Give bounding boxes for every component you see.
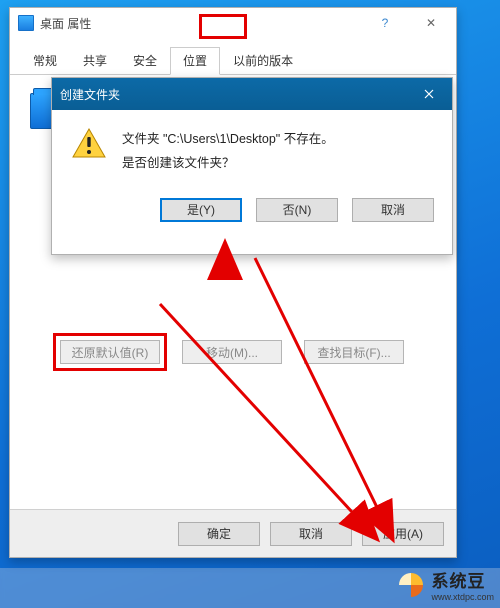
dialog-message: 文件夹 "C:\Users\1\Desktop" 不存在。 是否创建该文件夹？ [122,128,334,176]
tab-bar: 常规 共享 安全 位置 以前的版本 [10,38,456,75]
titlebar[interactable]: 桌面 属性 ? ✕ [10,8,456,38]
dialog-message-line2: 是否创建该文件夹？ [122,152,334,176]
find-target-button[interactable]: 查找目标(F)... [304,340,404,364]
create-folder-dialog: 创建文件夹 文件夹 "C:\Users\1\Desktop" 不存在。 是否创建… [51,77,453,255]
dialog-close-button[interactable] [408,78,450,110]
dialog-body: 文件夹 "C:\Users\1\Desktop" 不存在。 是否创建该文件夹？ [52,110,452,184]
apply-button[interactable]: 应用(A) [362,522,444,546]
tab-previous-versions[interactable]: 以前的版本 [220,47,306,75]
dialog-titlebar[interactable]: 创建文件夹 [52,78,452,110]
tab-general[interactable]: 常规 [20,47,70,75]
cancel-button[interactable]: 取消 [270,522,352,546]
warning-icon [72,128,106,158]
dialog-cancel-button[interactable]: 取消 [352,198,434,222]
tab-sharing[interactable]: 共享 [70,47,120,75]
dialog-title: 创建文件夹 [60,86,408,103]
properties-footer: 确定 取消 应用(A) [10,509,456,557]
folder-icon [18,15,34,31]
dialog-message-line1: 文件夹 "C:\Users\1\Desktop" 不存在。 [122,128,334,152]
watermark-text: 系统豆 [431,567,494,592]
dialog-button-row: 是(Y) 否(N) 取消 [52,184,452,238]
watermark: 系统豆 www.xtdpc.com [397,567,494,602]
tab-security[interactable]: 安全 [120,47,170,75]
watermark-url: www.xtdpc.com [431,592,494,602]
move-button[interactable]: 移动(M)... [182,340,282,364]
watermark-logo-icon [397,571,425,599]
ok-button[interactable]: 确定 [178,522,260,546]
no-button[interactable]: 否(N) [256,198,338,222]
tab-location[interactable]: 位置 [170,47,220,75]
restore-default-button[interactable]: 还原默认值(R) [60,340,160,364]
close-button[interactable]: ✕ [408,8,454,38]
yes-button[interactable]: 是(Y) [160,198,242,222]
help-button[interactable]: ? [362,8,408,38]
window-title: 桌面 属性 [40,15,362,32]
